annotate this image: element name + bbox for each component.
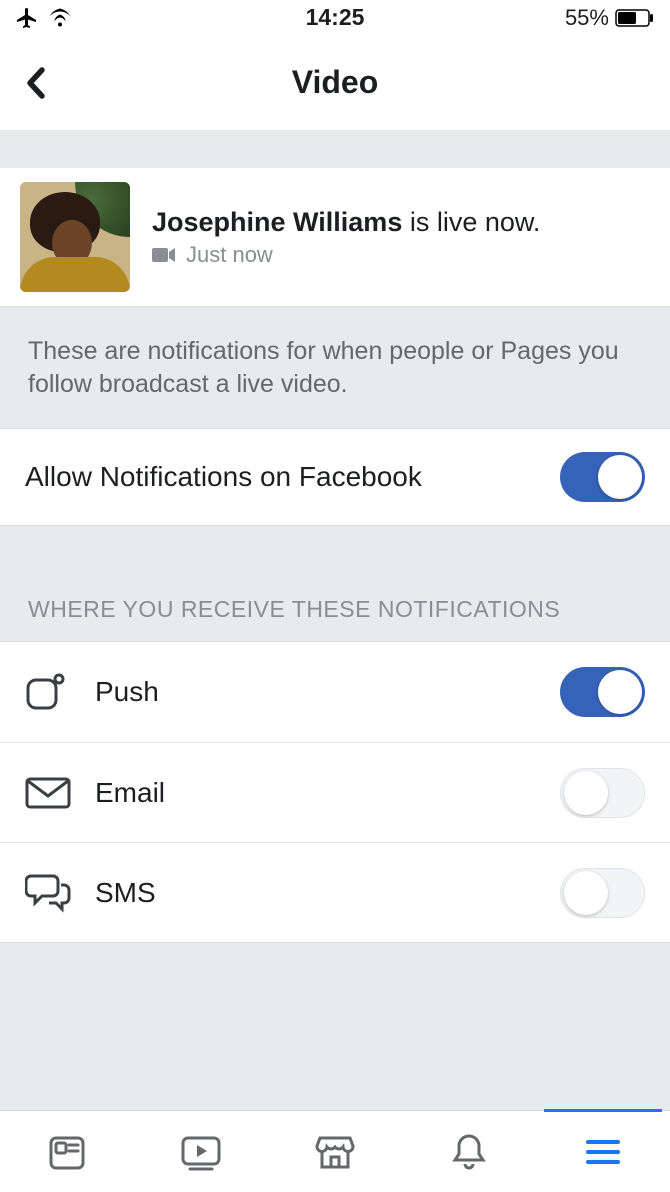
email-icon — [25, 777, 95, 809]
channel-list: Push Email SMS — [0, 641, 670, 943]
status-right: 55% — [442, 5, 655, 31]
tab-watch[interactable] — [134, 1111, 268, 1192]
status-bar: 14:25 55% — [0, 0, 670, 35]
section-header: WHERE YOU RECEIVE THESE NOTIFICATIONS — [0, 526, 670, 641]
status-time: 14:25 — [228, 4, 441, 31]
section-gap — [0, 130, 670, 168]
airplane-mode-icon — [15, 6, 39, 30]
channel-row-sms: SMS — [0, 842, 670, 942]
marketplace-icon — [314, 1132, 356, 1172]
sms-label: SMS — [95, 877, 560, 909]
live-time: Just now — [186, 242, 273, 268]
video-camera-icon — [152, 246, 176, 264]
avatar — [20, 182, 130, 292]
allow-label: Allow Notifications on Facebook — [25, 461, 560, 493]
push-icon — [25, 672, 95, 712]
channel-row-push: Push — [0, 642, 670, 742]
status-left — [15, 6, 228, 30]
email-label: Email — [95, 777, 560, 809]
feed-icon — [47, 1132, 87, 1172]
sms-toggle[interactable] — [560, 868, 645, 918]
sms-icon — [25, 873, 95, 913]
tab-feed[interactable] — [0, 1111, 134, 1192]
watch-icon — [179, 1132, 223, 1172]
tab-menu[interactable] — [536, 1111, 670, 1192]
channel-row-email: Email — [0, 742, 670, 842]
live-subtitle: Just now — [152, 242, 540, 268]
back-button[interactable] — [25, 66, 65, 100]
bell-icon — [451, 1132, 487, 1172]
live-banner[interactable]: Josephine Williams is live now. Just now — [0, 168, 670, 306]
tab-marketplace[interactable] — [268, 1111, 402, 1192]
tab-notifications[interactable] — [402, 1111, 536, 1192]
wifi-icon — [47, 8, 73, 28]
allow-toggle[interactable] — [560, 452, 645, 502]
email-toggle[interactable] — [560, 768, 645, 818]
battery-text: 55% — [565, 5, 609, 31]
live-title: Josephine Williams is live now. — [152, 207, 540, 238]
live-text: Josephine Williams is live now. Just now — [152, 207, 540, 268]
page-title: Video — [65, 64, 605, 101]
live-user-name: Josephine Williams — [152, 207, 402, 237]
chevron-left-icon — [25, 66, 47, 100]
push-toggle[interactable] — [560, 667, 645, 717]
live-suffix: is live now. — [402, 207, 540, 237]
push-label: Push — [95, 676, 560, 708]
battery-icon — [615, 9, 655, 27]
nav-bar: Video — [0, 35, 670, 130]
menu-icon — [585, 1138, 621, 1166]
notification-description: These are notifications for when people … — [0, 306, 670, 428]
allow-notifications-row: Allow Notifications on Facebook — [0, 428, 670, 526]
tab-bar — [0, 1110, 670, 1192]
